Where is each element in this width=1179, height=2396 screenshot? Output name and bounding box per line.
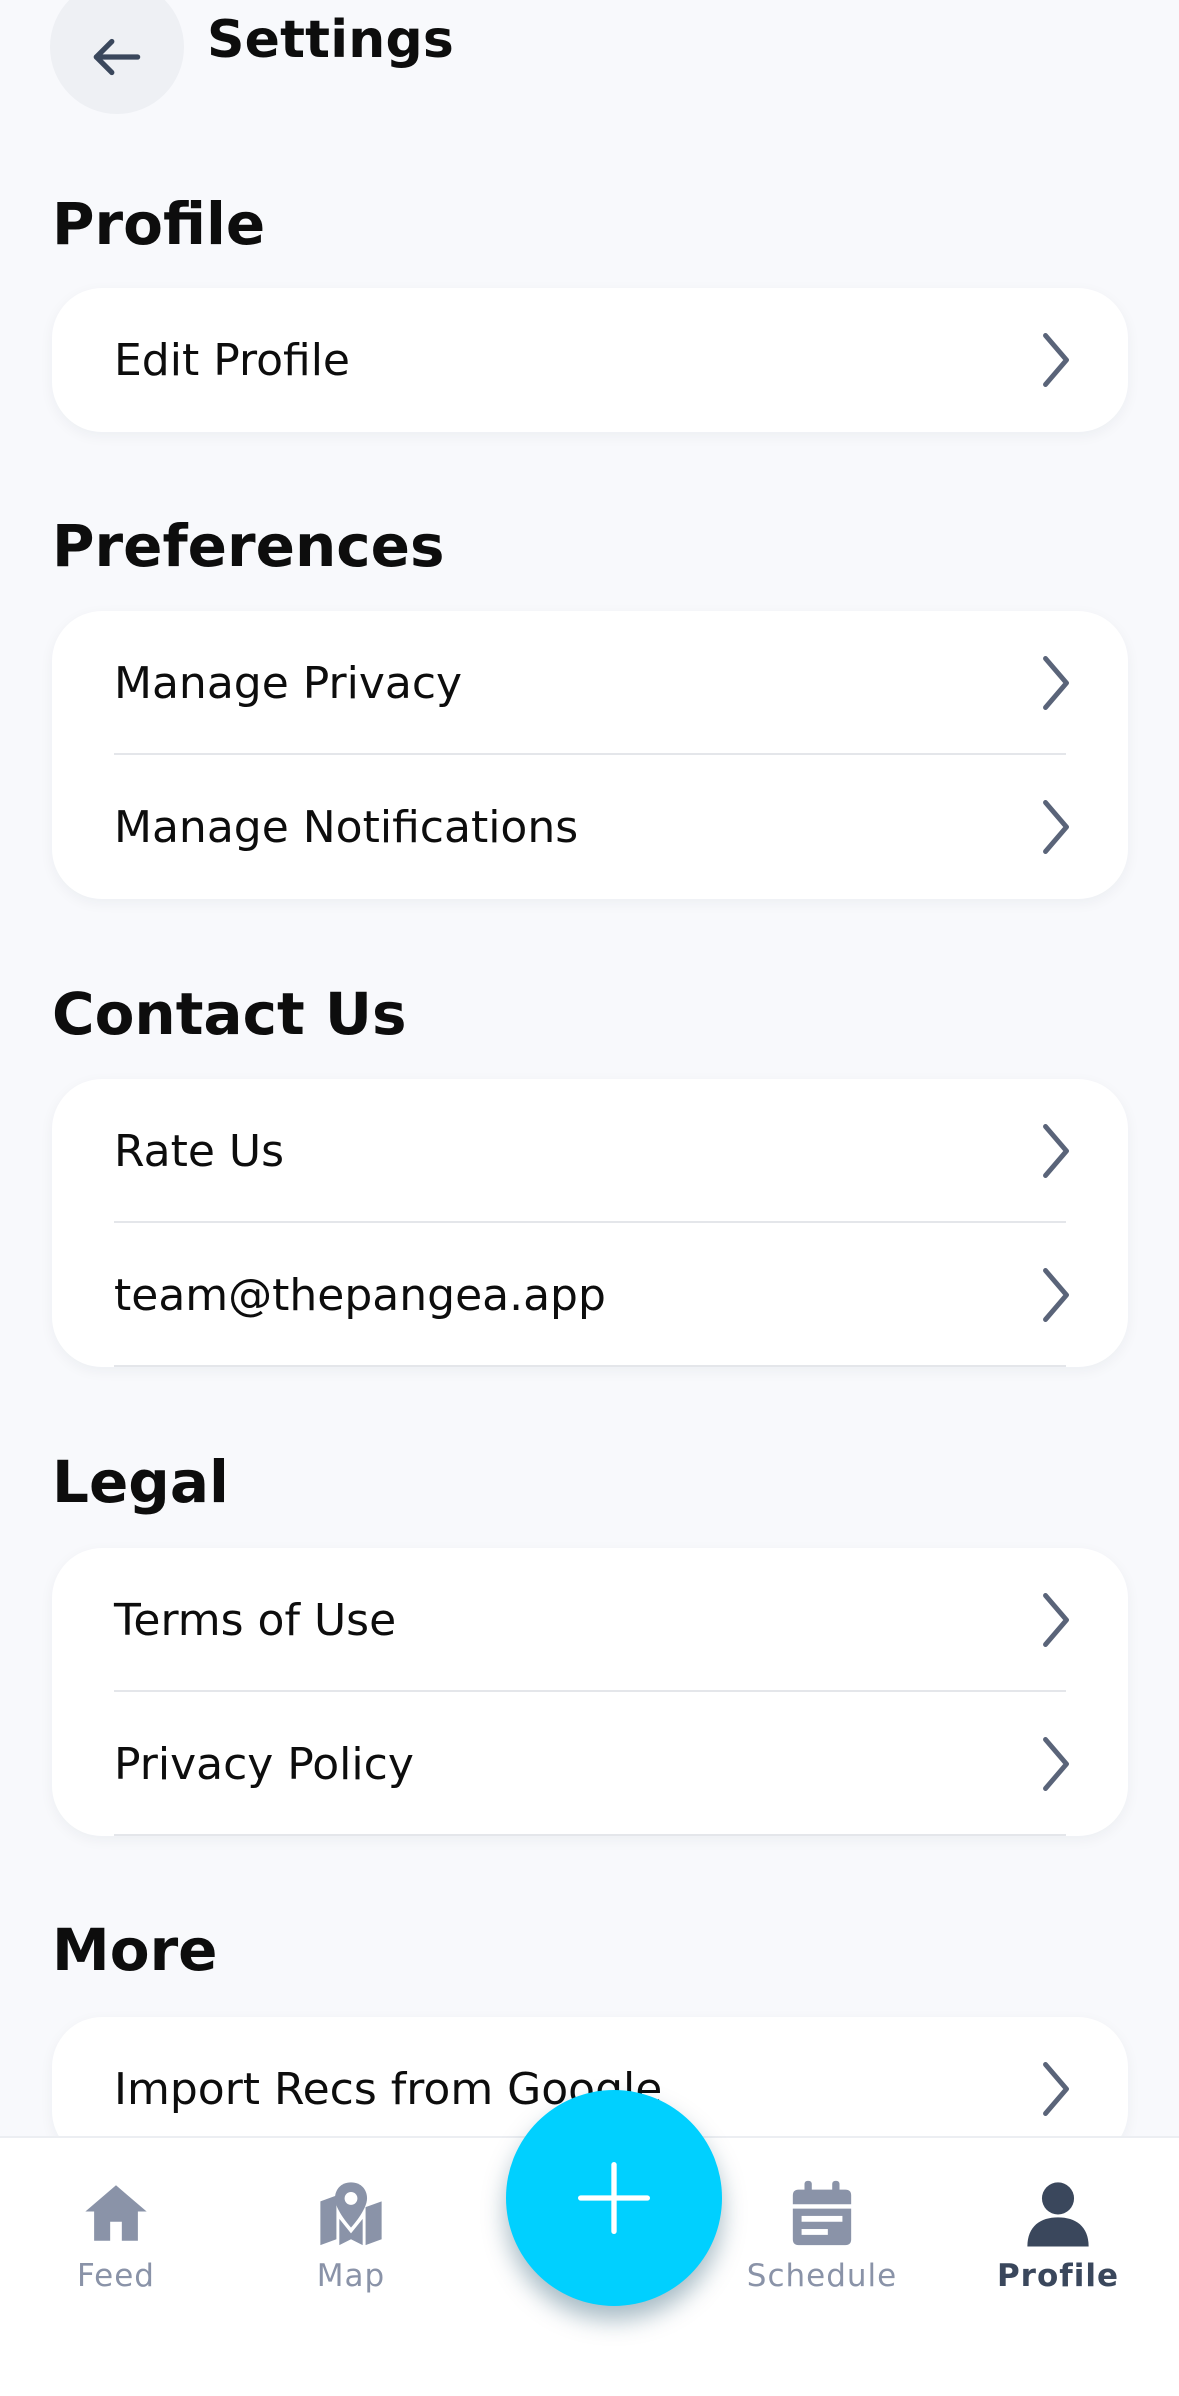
preferences-card: Manage Privacy Manage Notifications — [52, 611, 1128, 899]
row-label: Privacy Policy — [114, 1738, 414, 1790]
terms-of-use-row[interactable]: Terms of Use — [52, 1548, 1128, 1692]
row-label: Edit Profile — [114, 334, 351, 386]
map-pin-icon — [320, 2182, 382, 2246]
chevron-right-icon — [1043, 1124, 1069, 1178]
chevron-right-icon — [1043, 1268, 1069, 1322]
settings-screen: Settings Profile Edit Profile Preference… — [0, 0, 1179, 2396]
chevron-right-icon — [1043, 656, 1069, 710]
legal-card: Terms of Use Privacy Policy — [52, 1548, 1128, 1836]
edit-profile-row[interactable]: Edit Profile — [52, 288, 1128, 432]
add-button[interactable] — [506, 2090, 722, 2306]
nav-map[interactable]: Map — [251, 2178, 451, 2318]
nav-profile[interactable]: Profile — [958, 2178, 1158, 2318]
section-title-profile: Profile — [52, 190, 266, 258]
nav-label: Map — [316, 2258, 386, 2294]
chevron-right-icon — [1043, 1737, 1069, 1791]
chevron-right-icon — [1043, 800, 1069, 854]
home-icon — [85, 2185, 147, 2241]
row-label: Terms of Use — [114, 1594, 397, 1646]
nav-schedule[interactable]: Schedule — [722, 2178, 922, 2318]
chevron-right-icon — [1043, 1593, 1069, 1647]
nav-label: Schedule — [746, 2258, 898, 2294]
section-title-preferences: Preferences — [52, 512, 445, 580]
nav-label: Feed — [77, 2258, 155, 2294]
row-label: Manage Notifications — [114, 801, 579, 853]
row-label: Rate Us — [114, 1125, 285, 1177]
arrow-left-icon — [93, 38, 141, 76]
nav-feed[interactable]: Feed — [16, 2178, 216, 2318]
user-icon — [1027, 2182, 1089, 2247]
profile-card: Edit Profile — [52, 288, 1128, 432]
manage-privacy-row[interactable]: Manage Privacy — [52, 611, 1128, 755]
rate-us-row[interactable]: Rate Us — [52, 1079, 1128, 1223]
chevron-right-icon — [1043, 333, 1069, 387]
section-title-more: More — [52, 1916, 218, 1984]
chevron-right-icon — [1043, 2062, 1069, 2116]
contact-email-row[interactable]: team@thepangea.app — [52, 1223, 1128, 1367]
section-title-contact: Contact Us — [52, 980, 407, 1048]
page-title: Settings — [207, 10, 455, 70]
contact-card: Rate Us team@thepangea.app — [52, 1079, 1128, 1367]
nav-label: Profile — [996, 2258, 1120, 2294]
plus-icon — [578, 2162, 650, 2234]
back-button[interactable] — [50, 0, 184, 114]
section-title-legal: Legal — [52, 1448, 229, 1516]
row-label: team@thepangea.app — [114, 1269, 606, 1321]
calendar-icon — [792, 2180, 852, 2246]
row-label: Manage Privacy — [114, 657, 463, 709]
manage-notifications-row[interactable]: Manage Notifications — [52, 755, 1128, 899]
privacy-policy-row[interactable]: Privacy Policy — [52, 1692, 1128, 1836]
